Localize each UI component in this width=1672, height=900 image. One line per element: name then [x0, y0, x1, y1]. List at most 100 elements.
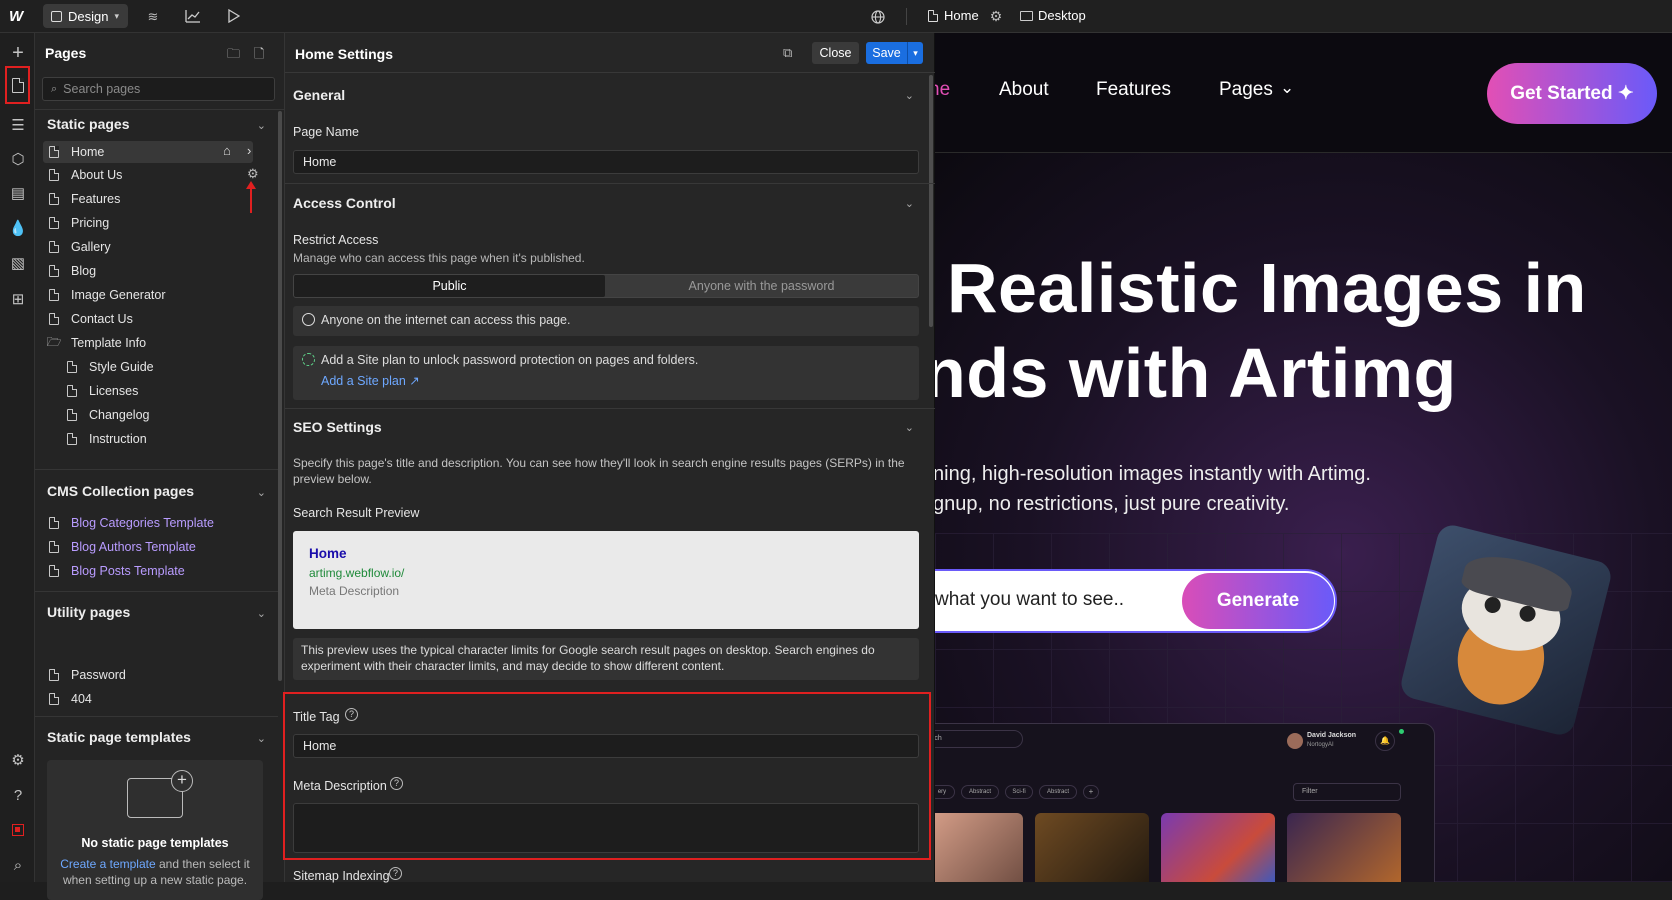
page-item-pricing[interactable]: Pricing	[47, 212, 273, 234]
templates-empty-rest-2: when setting up a new static page.	[62, 873, 248, 887]
page-settings-gear-icon[interactable]: ⚙	[247, 166, 259, 182]
folder-item-template-info[interactable]: 🗁 Template Info	[47, 332, 273, 354]
seo-settings-heading[interactable]: SEO Settings	[293, 419, 382, 435]
record-icon[interactable]	[8, 820, 28, 840]
help-icon[interactable]: ?	[8, 785, 28, 805]
cms-database-icon[interactable]: ≋	[144, 8, 162, 26]
add-site-plan-link[interactable]: Add a Site plan ↗	[321, 373, 420, 388]
close-button[interactable]: Close	[812, 42, 859, 64]
nav-link-home[interactable]: ne	[935, 79, 950, 101]
utility-item-password[interactable]: Password	[47, 664, 273, 686]
page-item-changelog[interactable]: Changelog	[65, 404, 291, 426]
chevron-down-icon[interactable]: ⌄	[257, 732, 266, 745]
chevron-down-icon[interactable]: ⌄	[905, 421, 914, 434]
globe-icon[interactable]	[869, 8, 887, 26]
new-folder-icon[interactable]: 🗀	[227, 45, 240, 67]
prompt-placeholder: what you want to see..	[935, 589, 1125, 610]
design-canvas[interactable]: ne About Features Pages ⌄ Get Started ✦ …	[935, 33, 1672, 882]
segment-public[interactable]: Public	[294, 275, 605, 297]
search-icon[interactable]: ⌕	[8, 855, 28, 875]
access-control-heading[interactable]: Access Control	[293, 195, 396, 211]
page-item-home[interactable]: Home	[47, 141, 273, 163]
style-variables-icon[interactable]: 💧	[8, 218, 28, 238]
apps-icon[interactable]: ⊞	[8, 289, 28, 309]
cms-item-blog-categories[interactable]: Blog Categories Template	[47, 512, 273, 534]
generate-button[interactable]: Generate	[1182, 573, 1334, 629]
help-icon[interactable]: ?	[389, 867, 402, 880]
design-mode-dropdown[interactable]: Design ▾	[43, 4, 128, 28]
analytics-icon[interactable]	[184, 7, 202, 25]
page-item-style-guide[interactable]: Style Guide	[65, 356, 291, 378]
copy-icon[interactable]: ⧉	[783, 45, 792, 61]
cms-pages-heading[interactable]: CMS Collection pages	[47, 483, 194, 499]
chevron-down-icon[interactable]: ⌄	[905, 197, 914, 210]
nav-link-about[interactable]: About	[999, 79, 1049, 101]
create-template-link[interactable]: Create a template	[60, 857, 155, 871]
current-page-name: Home	[944, 8, 979, 23]
templates-empty-title: No static page templates	[81, 836, 229, 850]
title-tag-input[interactable]: Home	[293, 734, 919, 758]
breakpoint-selector[interactable]: Desktop	[1020, 8, 1086, 23]
page-doc-icon	[928, 9, 938, 22]
gallery-image-3	[1161, 813, 1275, 882]
cms-collections-icon[interactable]: ▤	[8, 183, 28, 203]
page-item-about-us[interactable]: About Us	[47, 164, 273, 186]
nav-link-features[interactable]: Features	[1096, 79, 1171, 101]
page-icon	[47, 216, 61, 230]
page-item-licenses[interactable]: Licenses	[65, 380, 291, 402]
current-page-selector[interactable]: Home	[928, 8, 979, 23]
chevron-right-icon[interactable]: ›	[247, 143, 251, 158]
meta-description-textarea[interactable]	[293, 803, 919, 853]
page-item-contact-us[interactable]: Contact Us	[47, 308, 273, 330]
webflow-logo-icon[interactable]: W	[9, 8, 23, 25]
search-result-preview	[293, 531, 919, 629]
segment-password[interactable]: Anyone with the password	[605, 275, 918, 297]
utility-item-404[interactable]: 404	[47, 688, 273, 710]
mockup-status-dot	[1399, 729, 1404, 734]
page-item-gallery[interactable]: Gallery	[47, 236, 273, 258]
static-pages-heading[interactable]: Static pages	[47, 116, 129, 132]
page-name-input[interactable]: Home	[293, 150, 919, 174]
page-icon	[47, 145, 61, 159]
search-pages-input[interactable]: ⌕ Search pages	[42, 77, 275, 101]
save-options-dropdown[interactable]: ▾	[907, 42, 923, 64]
page-item-image-generator[interactable]: Image Generator	[47, 284, 273, 306]
chevron-down-icon[interactable]: ⌄	[905, 89, 914, 102]
page-label: Blog Posts Template	[71, 564, 185, 578]
nav-link-pages[interactable]: Pages	[1219, 79, 1273, 101]
new-page-icon[interactable]: 🗋	[254, 45, 264, 67]
utility-pages-heading[interactable]: Utility pages	[47, 604, 130, 620]
top-bar: W Design ▾ ≋ Home ⚙ Desktop	[0, 0, 1672, 33]
save-button[interactable]: Save	[866, 42, 907, 64]
get-started-button[interactable]: Get Started ✦	[1487, 63, 1657, 124]
preview-play-icon[interactable]	[225, 7, 243, 25]
page-settings-gear-icon[interactable]: ⚙	[988, 7, 1004, 25]
plan-note: Add a Site plan to unlock password prote…	[321, 353, 699, 367]
cms-item-blog-posts[interactable]: Blog Posts Template	[47, 560, 273, 582]
help-icon[interactable]: ?	[390, 777, 403, 790]
assets-icon[interactable]: ▧	[8, 253, 28, 273]
templates-heading[interactable]: Static page templates	[47, 729, 191, 745]
page-label: Features	[71, 192, 121, 206]
page-icon	[47, 168, 61, 182]
chevron-down-icon[interactable]: ⌄	[257, 607, 266, 620]
chevron-down-icon[interactable]: ⌄	[257, 119, 266, 132]
settings-scrollbar[interactable]	[929, 75, 933, 327]
page-item-blog[interactable]: Blog	[47, 260, 273, 282]
mockup-filter: Filter	[1293, 783, 1401, 801]
general-heading[interactable]: General	[293, 87, 345, 103]
cms-item-blog-authors[interactable]: Blog Authors Template	[47, 536, 273, 558]
settings-gear-icon[interactable]: ⚙	[8, 750, 28, 770]
chevron-down-icon[interactable]: ⌄	[257, 486, 266, 499]
page-item-instruction[interactable]: Instruction	[65, 428, 291, 450]
nav-divider	[935, 152, 1672, 153]
navigator-icon[interactable]: ☰	[8, 115, 28, 135]
help-icon[interactable]: ?	[345, 708, 358, 721]
design-icon	[51, 10, 62, 22]
page-item-features[interactable]: Features	[47, 188, 273, 210]
page-label: Image Generator	[71, 288, 166, 302]
add-elements-icon[interactable]: +	[8, 42, 28, 64]
components-icon[interactable]: ⬡	[8, 149, 28, 169]
pages-icon[interactable]	[8, 75, 28, 95]
sitemap-indexing-label: Sitemap Indexing	[293, 869, 390, 883]
